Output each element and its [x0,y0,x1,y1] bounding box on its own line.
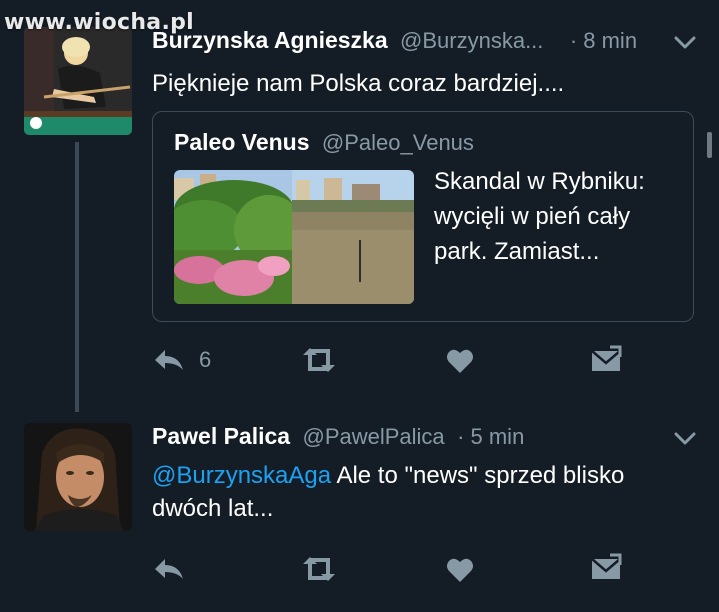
retweet-button[interactable] [301,556,337,582]
message-icon [591,345,622,371]
like-button[interactable] [446,348,474,374]
tweet-1-header: Burzynska Agnieszka @Burzynska... · 8 mi… [152,27,637,54]
reply-count: 6 [199,347,212,372]
like-button[interactable] [446,557,474,583]
chevron-down-icon[interactable] [674,432,696,446]
chevron-down-icon[interactable] [674,36,696,50]
quote-display-name: Paleo Venus [174,129,310,155]
quote-image[interactable] [174,170,414,304]
user-handle[interactable]: @Burzynska... [400,28,543,53]
message-button[interactable] [590,553,622,581]
reply-button[interactable] [153,555,185,583]
avatar-palica[interactable] [24,423,132,531]
timestamp[interactable]: · 8 min [570,28,637,53]
retweet-button[interactable] [301,347,337,373]
tweet-text: Piękniej​e nam Polska coraz bardziej.... [152,70,565,97]
thread-line [75,142,79,412]
tweet-text: @BurzynskaAga Ale to "news" sprzed blisk… [152,459,692,525]
reply-icon [155,350,183,370]
reply-button[interactable]: 6 [153,346,211,374]
quoted-tweet-card[interactable]: Paleo Venus @Paleo_Venus Skandal w Rybni… [152,111,694,322]
timestamp[interactable]: · 5 min [457,424,524,449]
like-icon [447,558,473,582]
message-icon [591,553,622,579]
retweet-icon [303,557,335,581]
display-name[interactable]: Pawel Palica [152,423,290,449]
reply-icon [155,559,183,579]
like-icon [447,349,473,373]
mention-link[interactable]: @BurzynskaAga [152,462,331,489]
message-button[interactable] [590,345,622,373]
user-handle[interactable]: @PawelPalica [302,424,444,449]
scrollbar[interactable] [707,132,712,158]
avatar-burzynska[interactable] [24,27,132,135]
watermark: www.wiocha.pl [4,10,194,35]
quote-header: Paleo Venus @Paleo_Venus [174,129,474,156]
retweet-icon [303,348,335,372]
quote-text: Skandal w Rybniku: wycięli w pień cały p… [434,168,645,265]
quote-handle: @Paleo_Venus [321,130,474,155]
tweet-2-header: Pawel Palica @PawelPalica · 5 min [152,423,524,450]
